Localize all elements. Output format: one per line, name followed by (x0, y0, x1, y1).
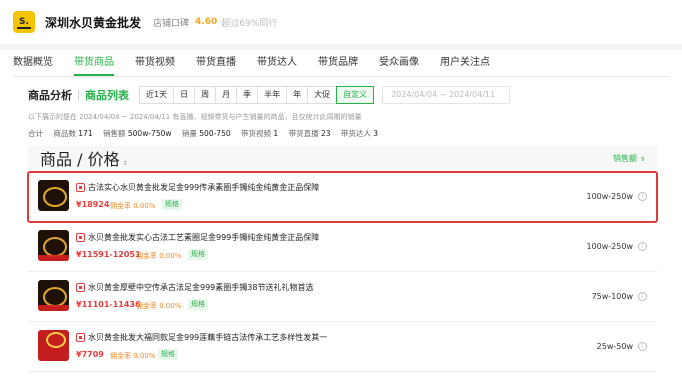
info-icon[interactable]: i (638, 242, 647, 251)
page: S. 深圳水贝黄金批发 店铺口碑 4.60 超过69%同行 数据概览 带货商品 … (0, 0, 682, 386)
period-custom[interactable]: 自定义 (336, 86, 375, 104)
product-thumbnail[interactable] (38, 330, 69, 361)
period-quarter[interactable]: 季 (236, 86, 259, 104)
sort-desc-icon: ⇕ (639, 155, 645, 163)
col-product-header[interactable]: 商品 / 价格 ⇕ (40, 146, 128, 170)
tab-overview[interactable]: 数据概览 (13, 50, 53, 76)
product-list-toggle[interactable]: 商品列表 (85, 87, 129, 103)
table-row[interactable]: 水贝黄金批发实心古法工艺素圈足金999手镯纯金纯黄金正品保障 ¥11591-12… (28, 222, 657, 272)
commission-rate: 佣金率 0.00% (136, 302, 182, 310)
platform-tag-icon (76, 283, 85, 292)
sales-range: 100w-250w (586, 242, 633, 251)
sales-range: 25w-50w (596, 342, 633, 351)
segment-separator (78, 90, 79, 100)
commission-rate: 佣金率 0.00% (110, 352, 156, 360)
stat-sales-amount: 500w-750w (127, 129, 172, 138)
stat-product-count: 171 (78, 129, 93, 138)
platform-tag-icon (76, 183, 85, 192)
product-price: ¥11101-11436 (76, 300, 141, 309)
product-thumbnail[interactable] (38, 180, 69, 211)
commission-rate: 佣金率 0.00% (136, 252, 182, 260)
tab-brands[interactable]: 带货品牌 (318, 50, 358, 76)
shop-name: 深圳水贝黄金批发 (45, 15, 142, 30)
sales-range: 100w-250w (586, 192, 633, 201)
stat-sales-volume-label: 销量 (181, 129, 197, 138)
period-1day[interactable]: 近1天 (139, 86, 175, 104)
product-title[interactable]: 古法实心水贝黄金批发足金999传承素圈手镯纯金纯黄金正品保障 (88, 182, 319, 193)
product-price: ¥18924 (76, 200, 110, 209)
spec-badge[interactable]: 规格 (158, 349, 178, 360)
stat-live-label: 带货直播 (288, 129, 319, 138)
info-icon[interactable]: i (638, 292, 647, 301)
product-title[interactable]: 水贝黄金批发大福同款足金999莲藕手链古法传承工艺多样性发其一 (88, 332, 327, 343)
period-selector: 近1天 日 周 月 季 半年 年 大促 自定义 (139, 86, 375, 104)
tabs-divider (13, 76, 669, 77)
shop-header: S. 深圳水贝黄金批发 店铺口碑 4.60 超过69%同行 (0, 0, 682, 44)
product-title[interactable]: 水贝黄金批发实心古法工艺素圈足金999手镯纯金纯黄金正品保障 (88, 232, 319, 243)
col-sales-label: 销售额 (612, 153, 637, 163)
table-header: 商品 / 价格 ⇕ 销售额 ⇕ (28, 146, 657, 170)
tab-user-focus[interactable]: 用户关注点 (440, 50, 490, 76)
info-icon[interactable]: i (638, 192, 647, 201)
product-price: ¥7709 (76, 350, 104, 359)
stat-sales-amount-label: 销售额 (103, 129, 126, 138)
stat-influencer-label: 带货达人 (340, 129, 371, 138)
stat-video-label: 带货视频 (241, 129, 272, 138)
stat-sales-volume: 500-750 (199, 129, 231, 138)
tab-products[interactable]: 带货商品 (74, 50, 114, 76)
rating-label: 店铺口碑 (153, 18, 190, 29)
shop-logo: S. (13, 11, 35, 33)
tab-audience[interactable]: 受众画像 (379, 50, 419, 76)
rating-subtext: 超过69%同行 (221, 18, 278, 29)
product-analysis-toggle[interactable]: 商品分析 (28, 87, 72, 103)
stat-influencer: 3 (373, 129, 379, 138)
rating-value: 4.60 (195, 17, 218, 27)
stat-total-label: 合计 (28, 129, 43, 138)
product-price: ¥11591-12051 (76, 250, 141, 259)
commission-rate: 佣金率 0.00% (110, 202, 156, 210)
period-day[interactable]: 日 (173, 86, 196, 104)
product-title[interactable]: 水贝黄金厚壁中空传承古法足金999素圈手镯38节送礼礼物首选 (88, 282, 313, 293)
table-row[interactable]: 古法实心水贝黄金批发足金999传承素圈手镯纯金纯黄金正品保障 ¥18924 佣金… (27, 171, 658, 223)
info-icon[interactable]: i (638, 342, 647, 351)
filter-bar: 商品分析 商品列表 近1天 日 周 月 季 半年 年 大促 自定义 2024/0… (28, 86, 511, 104)
product-thumbnail[interactable] (38, 280, 69, 311)
hot-banner-icon (38, 255, 69, 261)
product-thumbnail[interactable] (38, 230, 69, 261)
col-product-label: 商品 / 价格 (40, 150, 120, 169)
spec-badge[interactable]: 规格 (188, 249, 208, 260)
tab-live[interactable]: 带货直播 (196, 50, 236, 76)
tab-videos[interactable]: 带货视频 (135, 50, 175, 76)
period-month[interactable]: 月 (215, 86, 238, 104)
table-row[interactable]: 水贝黄金批发大福同款足金999莲藕手链古法传承工艺多样性发其一 ¥7709 佣金… (28, 322, 657, 372)
tab-influencers[interactable]: 带货达人 (257, 50, 297, 76)
platform-tag-icon (76, 333, 85, 342)
period-notice: 以下展示的是在 2024/04/04 ~ 2024/04/11 有直播、视频带货… (28, 113, 362, 121)
spec-badge[interactable]: 规格 (162, 199, 182, 210)
date-range-picker[interactable]: 2024/04/04 ~ 2024/04/11 (382, 86, 511, 104)
hot-banner-icon (38, 305, 69, 311)
sales-range: 75w-100w (591, 292, 633, 301)
col-sales-header[interactable]: 销售额 ⇕ (613, 153, 645, 164)
stat-product-count-label: 商品数 (53, 129, 76, 138)
table-row[interactable]: 水贝黄金厚壁中空传承古法足金999素圈手镯38节送礼礼物首选 ¥11101-11… (28, 272, 657, 322)
period-year[interactable]: 年 (286, 86, 309, 104)
period-promo[interactable]: 大促 (307, 86, 338, 104)
stat-video: 1 (273, 129, 279, 138)
period-half-year[interactable]: 半年 (257, 86, 288, 104)
summary-stats: 合计 商品数 171 销售额 500w-750w 销量 500-750 带货视频… (28, 128, 378, 139)
period-week[interactable]: 周 (194, 86, 217, 104)
platform-tag-icon (76, 233, 85, 242)
sort-icon: ⇕ (122, 160, 128, 167)
tab-bar: 数据概览 带货商品 带货视频 带货直播 带货达人 带货品牌 受众画像 用户关注点 (13, 50, 511, 76)
stat-live: 23 (320, 129, 331, 138)
spec-badge[interactable]: 规格 (188, 299, 208, 310)
